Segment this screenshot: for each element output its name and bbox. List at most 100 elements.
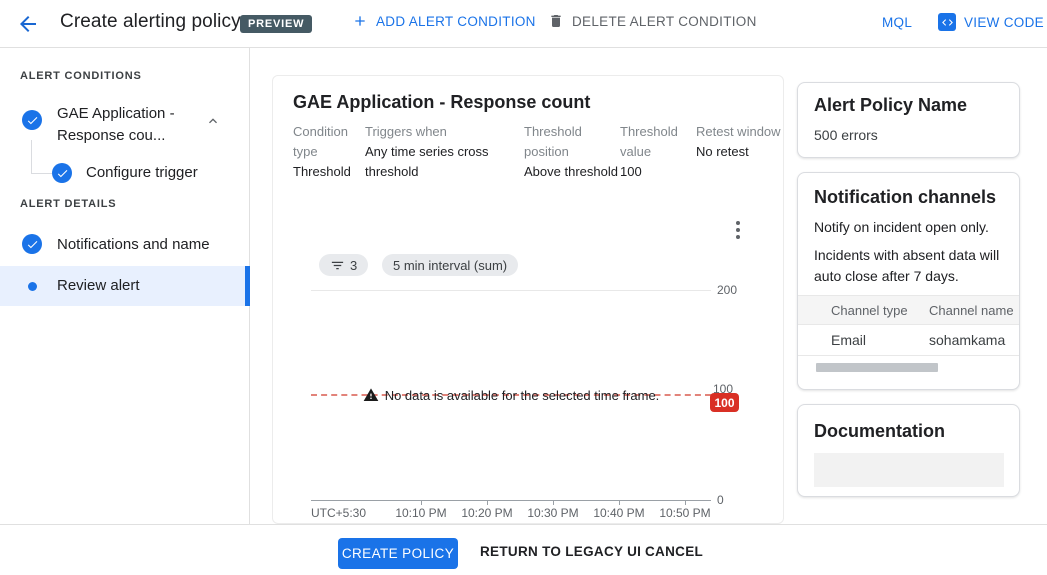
detail-label: Condition type <box>293 122 365 162</box>
no-data-message-row: No data is available for the selected ti… <box>311 386 711 404</box>
create-policy-button[interactable]: CREATE POLICY <box>338 538 458 569</box>
sidebar-item-notifications[interactable]: Notifications and name <box>0 230 250 260</box>
detail-threshold-position: Threshold position Above threshold <box>524 122 620 182</box>
channels-table-header: Channel type Channel name <box>798 295 1020 325</box>
x-axis-line <box>311 500 711 501</box>
check-circle-icon <box>22 234 42 254</box>
sidebar-item-configure-trigger[interactable]: Configure trigger <box>0 160 250 188</box>
channel-name-cell: sohamkama <box>929 332 1005 348</box>
notify-condition-text: Notify on incident open only. <box>814 219 989 235</box>
x-tick-mark <box>421 500 422 505</box>
back-button[interactable] <box>16 12 40 36</box>
channel-type-cell: Email <box>831 332 866 348</box>
active-item-indicator <box>245 266 250 306</box>
notification-channels-title: Notification channels <box>814 187 996 208</box>
alert-policy-name-title: Alert Policy Name <box>814 95 967 116</box>
plus-icon <box>352 13 368 29</box>
x-tick-label: 10:40 PM <box>589 506 649 520</box>
view-code-label: VIEW CODE <box>964 15 1044 30</box>
detail-label: Threshold position <box>524 122 620 162</box>
chevron-up-icon[interactable] <box>205 113 221 129</box>
top-bar: Create alerting policy PREVIEW ADD ALERT… <box>0 0 1047 48</box>
chart-overflow-menu-button[interactable] <box>728 219 748 241</box>
x-tick-mark <box>487 500 488 505</box>
x-tick-mark <box>553 500 554 505</box>
y-tick-200: 200 <box>717 283 737 297</box>
detail-value: 100 <box>620 162 696 182</box>
x-tick-label: 10:30 PM <box>523 506 583 520</box>
delete-alert-condition-button[interactable]: DELETE ALERT CONDITION <box>548 13 757 29</box>
channel-name-header: Channel name <box>929 303 1014 318</box>
channels-table: Channel type Channel name Email sohamkam… <box>798 295 1020 356</box>
delete-alert-condition-label: DELETE ALERT CONDITION <box>572 14 757 29</box>
notification-channels-card: Notification channels Notify on incident… <box>797 172 1020 390</box>
current-step-dot-icon <box>28 282 37 291</box>
detail-label: Threshold value <box>620 122 696 162</box>
alert-conditions-section-label: ALERT CONDITIONS <box>20 70 142 82</box>
documentation-card: Documentation <box>797 404 1020 497</box>
page-title: Create alerting policy <box>60 11 241 33</box>
channel-type-header: Channel type <box>831 303 908 318</box>
kebab-icon <box>736 221 740 225</box>
detail-threshold-value: Threshold value 100 <box>620 122 696 182</box>
detail-value: Above threshold <box>524 162 620 182</box>
documentation-placeholder <box>814 453 1004 487</box>
documentation-title: Documentation <box>814 421 945 442</box>
x-tick-label: 10:20 PM <box>457 506 517 520</box>
x-tick-mark <box>619 500 620 505</box>
gridline-200 <box>311 290 711 291</box>
view-code-button[interactable]: VIEW CODE <box>938 13 1044 31</box>
preview-badge: PREVIEW <box>240 15 312 33</box>
condition-item-line1: GAE Application - <box>57 103 197 125</box>
y-tick-0: 0 <box>717 493 724 507</box>
condition-title: GAE Application - Response count <box>293 92 590 113</box>
x-tick-label: 10:50 PM <box>655 506 715 520</box>
condition-details-row: Condition type Threshold Triggers when A… <box>293 122 782 182</box>
condition-item-line2: Response cou... <box>57 125 197 147</box>
mql-label: MQL <box>882 15 912 30</box>
detail-triggers-when: Triggers when Any time series cross thre… <box>365 122 524 182</box>
filter-count: 3 <box>350 258 357 273</box>
auto-close-text: Incidents with absent data will auto clo… <box>814 245 1010 287</box>
filter-list-icon <box>330 258 345 273</box>
check-circle-icon <box>22 110 42 130</box>
steps-sidebar: ALERT CONDITIONS GAE Application - Respo… <box>0 48 250 524</box>
alert-policy-name-value: 500 errors <box>814 127 878 143</box>
horizontal-scrollbar[interactable] <box>816 363 938 372</box>
return-to-legacy-ui-button[interactable]: RETURN TO LEGACY UI <box>480 544 641 559</box>
filter-chip[interactable]: 3 <box>319 254 368 276</box>
condition-item-label: GAE Application - Response cou... <box>57 103 197 147</box>
x-tick-mark <box>685 500 686 505</box>
alert-details-section-label: ALERT DETAILS <box>20 198 116 210</box>
no-data-message: No data is available for the selected ti… <box>385 388 660 403</box>
alert-policy-name-card: Alert Policy Name 500 errors <box>797 82 1020 158</box>
add-alert-condition-label: ADD ALERT CONDITION <box>376 14 536 29</box>
detail-retest-window: Retest window No retest <box>696 122 782 182</box>
code-icon <box>938 13 956 31</box>
detail-value: Any time series cross threshold <box>365 142 524 182</box>
mql-button[interactable]: MQL <box>882 15 912 30</box>
cancel-button[interactable]: CANCEL <box>645 544 703 559</box>
warning-icon <box>363 387 379 403</box>
threshold-value-badge: 100 <box>710 393 739 412</box>
detail-value: No retest <box>696 142 782 162</box>
add-alert-condition-button[interactable]: ADD ALERT CONDITION <box>352 13 536 29</box>
create-alerting-policy-page: Create alerting policy PREVIEW ADD ALERT… <box>0 0 1047 575</box>
review-alert-label: Review alert <box>57 277 140 294</box>
sidebar-item-condition[interactable]: GAE Application - Response cou... <box>0 100 250 148</box>
sidebar-item-review-alert[interactable]: Review alert <box>0 266 250 306</box>
x-tick-label: 10:10 PM <box>391 506 451 520</box>
check-circle-icon <box>52 163 72 183</box>
condition-preview-card: GAE Application - Response count Conditi… <box>272 75 784 524</box>
table-row: Email sohamkama <box>798 325 1020 356</box>
interval-chip[interactable]: 5 min interval (sum) <box>382 254 518 276</box>
interval-label: 5 min interval (sum) <box>393 258 507 273</box>
configure-trigger-label: Configure trigger <box>86 164 198 181</box>
trash-icon <box>548 13 564 29</box>
arrow-back-icon <box>16 24 40 39</box>
detail-condition-type: Condition type Threshold <box>293 122 365 182</box>
detail-label: Triggers when <box>365 122 524 142</box>
detail-label: Retest window <box>696 122 782 142</box>
timezone-label: UTC+5:30 <box>311 506 366 520</box>
detail-value: Threshold <box>293 162 365 182</box>
